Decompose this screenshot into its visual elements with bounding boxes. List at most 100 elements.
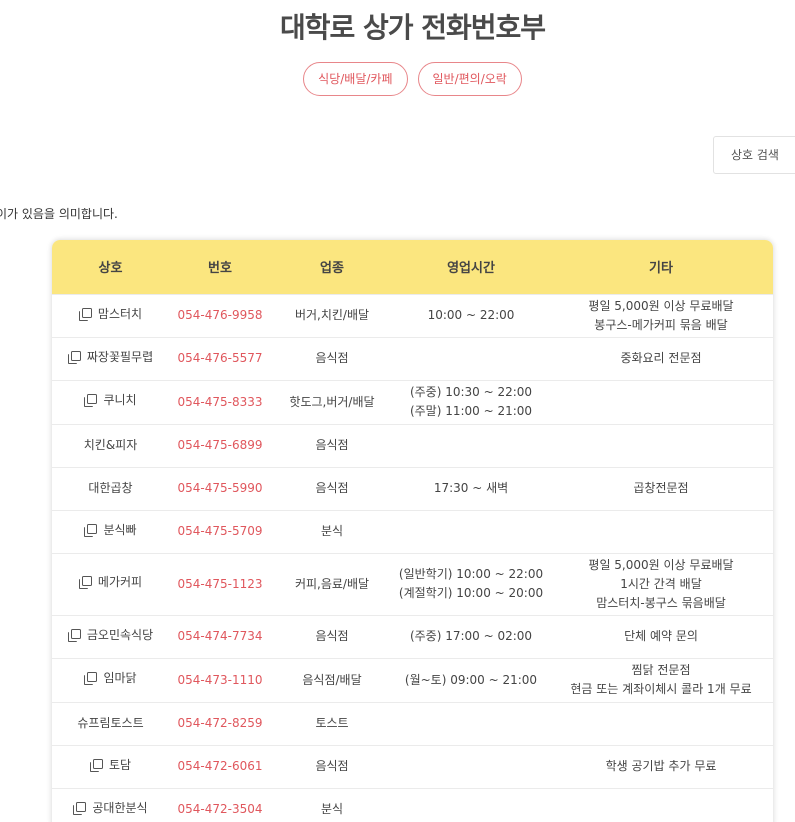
etc-notes: 곱창전문점 (549, 466, 773, 510)
phone-number[interactable]: 054-475-5709 (169, 509, 271, 553)
etc-notes: 평일 5,000원 이상 무료배달 봉구스-메가커피 묶음 배달 (549, 293, 773, 337)
phone-number[interactable]: 054-474-7734 (169, 614, 271, 658)
etc-line: 평일 5,000원 이상 무료배달 (588, 557, 734, 572)
table-row: 대한곱창 054-475-5990 음식점 17:30 ~ 새벽 곱창전문점 (52, 466, 773, 510)
store-name: 분식빠 (84, 521, 137, 540)
phone-number[interactable]: 054-475-1123 (169, 552, 271, 615)
business-hours (393, 701, 549, 745)
etc-notes (549, 701, 773, 745)
hours-line: 17:30 ~ 새벽 (433, 481, 509, 495)
table-row: 치킨&피자 054-475-6899 음식점 (52, 423, 773, 467)
hours-line: (주중) 10:30 ~ 22:00 (409, 385, 533, 399)
etc-notes: 평일 5,000원 이상 무료배달 1시간 간격 배달 맘스터치-봉구스 묶음배달 (549, 552, 773, 615)
copy-icon[interactable] (89, 758, 103, 772)
phone-number[interactable]: 054-476-5577 (169, 336, 271, 380)
store-name: 슈프림토스트 (77, 714, 143, 733)
copy-icon[interactable] (84, 394, 98, 407)
table-row: 쿠니치 054-475-8333 핫도그,버거/배달 (주중) 10:30 ~ 22:… (52, 379, 773, 424)
header-category: 업종 (271, 240, 393, 294)
table-row: 슈프림토스트 054-472-8259 토스트 (52, 701, 773, 745)
store-name: 메가커피 (78, 573, 142, 592)
business-category: 음식점 (271, 466, 393, 510)
store-name-label: 짜장꽃필무렵 (86, 349, 154, 364)
business-category: 분식 (271, 509, 393, 553)
business-category: 토스트 (271, 701, 393, 745)
page-title: 대학로 상가 전화번호부 (279, 11, 546, 44)
phone-number[interactable]: 054-475-5990 (169, 466, 271, 510)
store-name-label: 공대한분식 (92, 800, 148, 815)
search-button[interactable]: 상호 검색 (713, 136, 795, 174)
store-name-label: 금오민속식당 (86, 627, 154, 642)
copy-icon[interactable] (67, 628, 81, 642)
business-hours: 17:30 ~ 새벽 (393, 466, 549, 510)
phone-number[interactable]: 054-475-8333 (169, 379, 271, 424)
store-name-label: 쿠니치 (103, 393, 137, 407)
business-hours: (주중) 10:30 ~ 22:00 (주말) 11:00 ~ 21:00 (393, 379, 549, 424)
copy-icon[interactable] (84, 672, 98, 685)
business-hours (393, 423, 549, 467)
store-name-cell: 임마닭 (52, 657, 169, 702)
etc-line: 단체 예약 문의 (624, 629, 698, 643)
phone-number[interactable]: 054-472-3504 (169, 787, 271, 822)
copy-icon[interactable] (78, 307, 92, 321)
category-button-restaurant[interactable]: 식당/배달/카페 (303, 62, 408, 96)
business-hours: (일반학기) 10:00 ~ 22:00 (계절학기) 10:00 ~ 20:00 (393, 552, 549, 615)
table-row: 임마닭 054-473-1110 음식점/배달 (월~토) 09:00 ~ 21:00… (52, 657, 773, 702)
business-hours: 10:00 ~ 22:00 (393, 293, 549, 337)
hours-line: (계절학기) 10:00 ~ 20:00 (398, 586, 544, 600)
hours-line: (월~토) 09:00 ~ 21:00 (404, 672, 538, 687)
phone-number[interactable]: 054-473-1110 (169, 657, 271, 702)
phone-number[interactable]: 054-472-6061 (169, 744, 271, 788)
table-row: 금오민속식당 054-474-7734 음식점 (주중) 17:00 ~ 02:00 단… (52, 614, 773, 658)
hours-line: 10:00 ~ 22:00 (427, 308, 515, 322)
store-name-cell: 쿠니치 (52, 379, 169, 424)
store-name: 쿠니치 (84, 391, 137, 410)
header-phone: 번호 (169, 240, 271, 294)
phone-number[interactable]: 054-476-9958 (169, 293, 271, 337)
etc-line: 학생 공기밥 추가 무료 (605, 759, 717, 773)
store-name-cell: 맘스터치 (52, 293, 169, 337)
store-name: 치킨&피자 (84, 436, 138, 455)
store-name-cell: 금오민속식당 (52, 614, 169, 658)
table-row: 메가커피 054-475-1123 커피,음료/배달 (일반학기) 10:00 ~ 2… (52, 552, 773, 615)
store-name-cell: 분식빠 (52, 509, 169, 553)
hours-line: (일반학기) 10:00 ~ 22:00 (398, 567, 544, 581)
copy-icon[interactable] (67, 350, 81, 364)
business-category: 음식점 (271, 336, 393, 380)
business-category: 음식점/배달 (271, 657, 393, 702)
hours-line: (주중) 17:00 ~ 02:00 (409, 629, 533, 643)
table-row: 분식빠 054-475-5709 분식 (52, 509, 773, 553)
table-header-row: 상호 번호 업종 영업시간 기타 (52, 240, 773, 294)
phone-directory-table: 상호 번호 업종 영업시간 기타 맘스터치 054-476-9958 버거,치킨/배… (52, 240, 773, 822)
copy-icon[interactable] (73, 801, 87, 815)
store-name-label: 치킨&피자 (83, 438, 138, 452)
phone-number[interactable]: 054-475-6899 (169, 423, 271, 467)
business-hours: (월~토) 09:00 ~ 21:00 (393, 657, 549, 702)
phone-number[interactable]: 054-472-8259 (169, 701, 271, 745)
etc-notes (549, 509, 773, 553)
business-category: 분식 (271, 787, 393, 822)
etc-notes: 학생 공기밥 추가 무료 (549, 744, 773, 788)
etc-notes (549, 379, 773, 424)
business-category: 음식점 (271, 614, 393, 658)
store-name: 임마닭 (84, 669, 137, 688)
category-button-general[interactable]: 일반/편의/오락 (417, 62, 522, 96)
header-name: 상호 (52, 240, 169, 294)
category-filter-group: 식당/배달/카페 일반/편의/오락 (0, 62, 795, 96)
etc-notes: 찜닭 전문점현금 또는 계좌이체시 콜라 1개 무료 (549, 657, 773, 702)
copy-icon[interactable] (78, 576, 92, 589)
table-row: 공대한분식 054-472-3504 분식 (52, 787, 773, 822)
copy-icon[interactable] (84, 523, 98, 537)
etc-notes: 중화요리 전문점 (549, 336, 773, 380)
etc-line: 찜닭 전문점 (631, 663, 691, 677)
business-category: 음식점 (271, 744, 393, 788)
business-hours (393, 744, 549, 788)
header-etc: 기타 (549, 240, 773, 294)
etc-line: 곱창전문점 (633, 481, 689, 495)
store-name-cell: 공대한분식 (52, 787, 169, 822)
store-name: 짜장꽃필무렵 (67, 348, 154, 367)
store-name-cell: 대한곱창 (52, 466, 169, 510)
etc-line: 현금 또는 계좌이체시 콜라 1개 무료 (570, 682, 752, 696)
etc-notes: 단체 예약 문의 (549, 614, 773, 658)
table-body: 맘스터치 054-476-9958 버거,치킨/배달 10:00 ~ 22:00 평일 … (52, 293, 773, 822)
